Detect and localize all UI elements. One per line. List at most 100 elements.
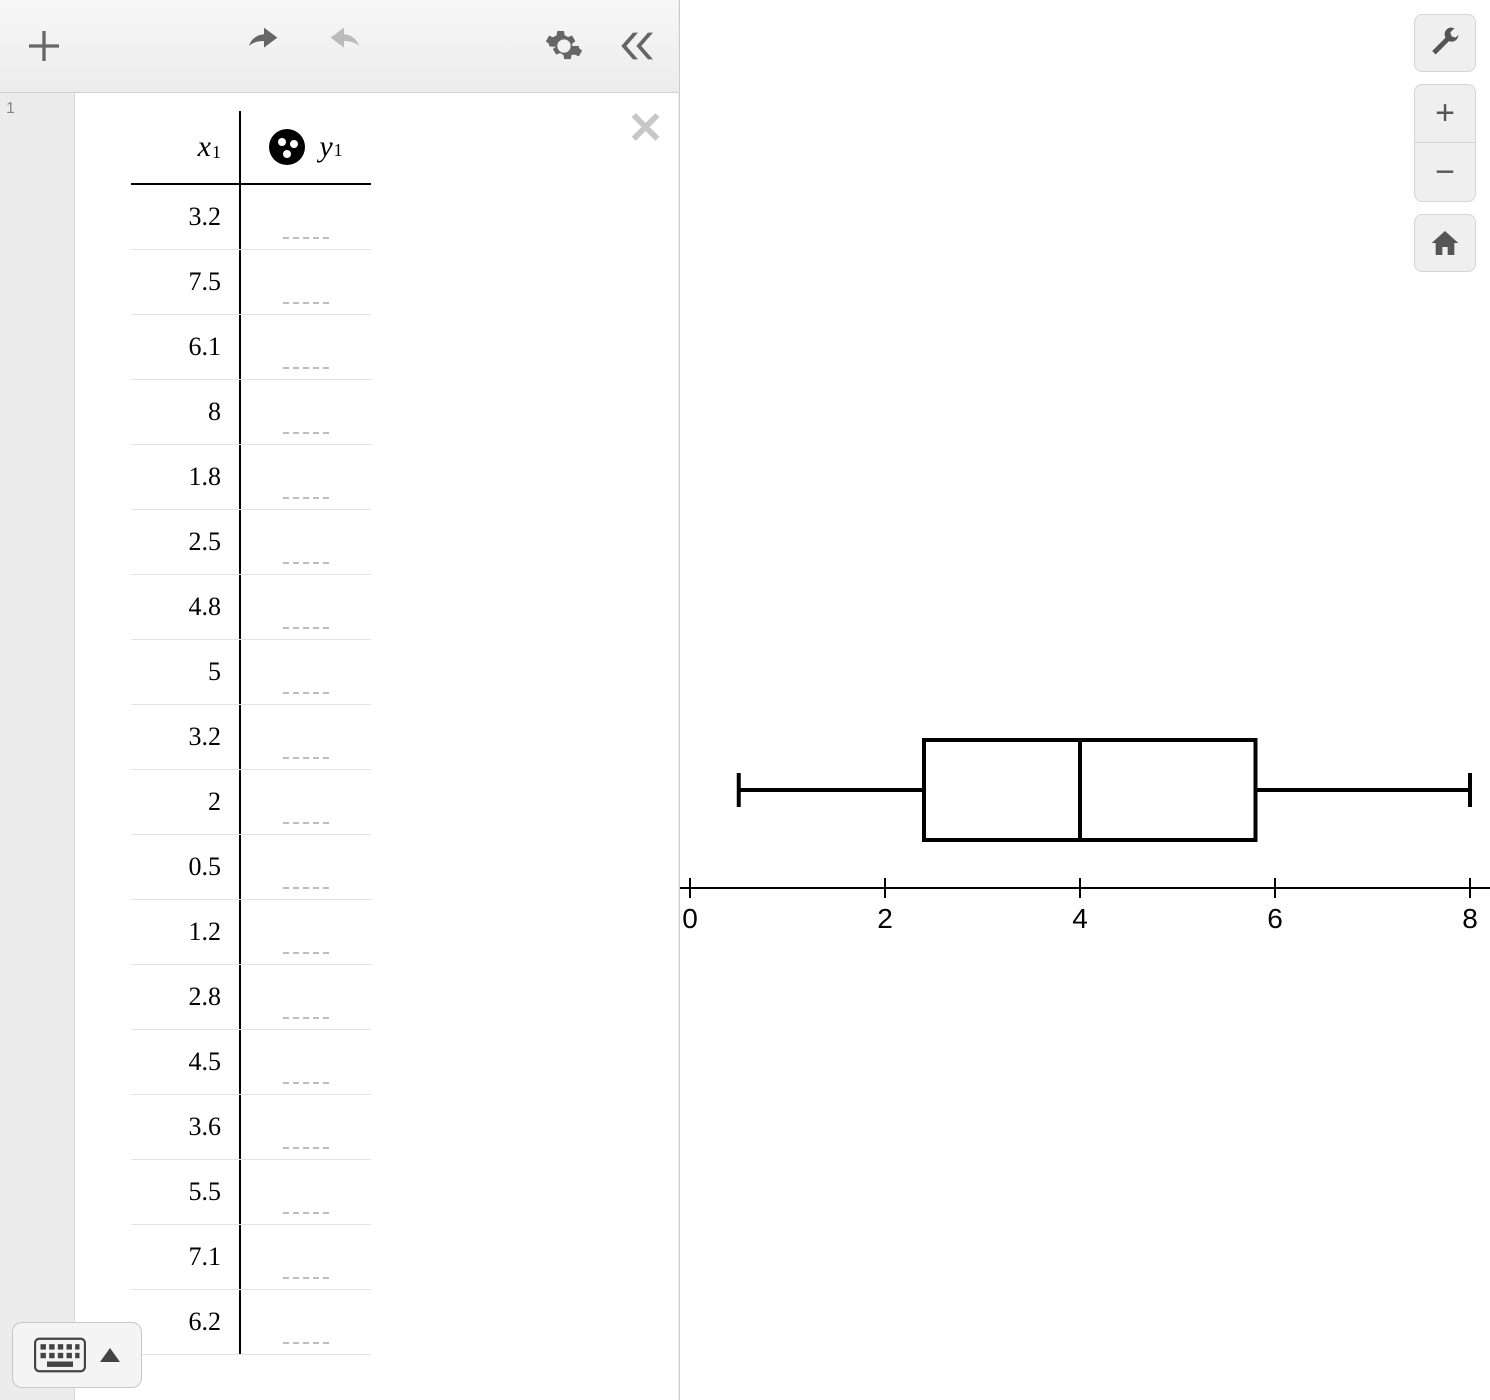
cell-y[interactable] — [241, 185, 371, 249]
cell-y[interactable] — [241, 445, 371, 509]
cell-x[interactable]: 3.2 — [131, 185, 241, 249]
home-icon — [1429, 227, 1461, 259]
cell-y[interactable] — [241, 250, 371, 314]
graph-settings-button[interactable] — [1414, 14, 1476, 72]
empty-cell-placeholder — [283, 367, 329, 369]
empty-cell-placeholder — [283, 952, 329, 954]
empty-cell-placeholder — [283, 1342, 329, 1344]
table-row[interactable]: 4.5 — [131, 1030, 371, 1095]
cell-y[interactable] — [241, 770, 371, 834]
keyboard-icon — [34, 1337, 86, 1373]
collapse-panel-button[interactable] — [614, 22, 662, 70]
cell-y[interactable] — [241, 900, 371, 964]
table-row[interactable]: 1.2 — [131, 900, 371, 965]
table-row[interactable]: 2.8 — [131, 965, 371, 1030]
home-zoom-button[interactable] — [1414, 214, 1476, 272]
column-header-x[interactable]: x1 — [131, 111, 241, 183]
table-row[interactable]: 6.1 — [131, 315, 371, 380]
table-row[interactable]: 5 — [131, 640, 371, 705]
wrench-icon — [1429, 27, 1461, 59]
graph-tools: + − — [1414, 14, 1476, 272]
empty-cell-placeholder — [283, 497, 329, 499]
cell-y[interactable] — [241, 640, 371, 704]
cell-x[interactable]: 2 — [131, 770, 241, 834]
undo-button[interactable] — [240, 22, 288, 70]
cell-x[interactable]: 7.1 — [131, 1225, 241, 1289]
x-axis: 0 2 4 6 8 — [680, 878, 1490, 934]
graph-canvas[interactable]: 0 2 4 6 8 — [680, 0, 1490, 1400]
cell-y[interactable] — [241, 965, 371, 1029]
cell-x[interactable]: 5 — [131, 640, 241, 704]
column-header-y[interactable]: y1 — [241, 111, 371, 183]
cell-x[interactable]: 1.2 — [131, 900, 241, 964]
x-tick-label: 8 — [1462, 903, 1478, 934]
zoom-out-button[interactable]: − — [1415, 143, 1475, 201]
table-row[interactable]: 1.8 — [131, 445, 371, 510]
empty-cell-placeholder — [283, 1212, 329, 1214]
cell-y[interactable] — [241, 575, 371, 639]
cell-y[interactable] — [241, 1160, 371, 1224]
x-tick-label: 0 — [682, 903, 698, 934]
cell-x[interactable]: 3.6 — [131, 1095, 241, 1159]
table-row[interactable]: 6.2 — [131, 1290, 371, 1355]
cell-x[interactable]: 0.5 — [131, 835, 241, 899]
table-row[interactable]: 0.5 — [131, 835, 371, 900]
cell-x[interactable]: 2.8 — [131, 965, 241, 1029]
table-row[interactable]: 5.5 — [131, 1160, 371, 1225]
zoom-in-button[interactable]: + — [1415, 85, 1475, 143]
cell-x[interactable]: 4.8 — [131, 575, 241, 639]
table-row[interactable]: 7.5 — [131, 250, 371, 315]
cell-x[interactable]: 6.1 — [131, 315, 241, 379]
cell-y[interactable] — [241, 1225, 371, 1289]
empty-cell-placeholder — [283, 237, 329, 239]
cell-y[interactable] — [241, 315, 371, 379]
iqr-box — [924, 740, 1256, 840]
empty-cell-placeholder — [283, 822, 329, 824]
minus-icon: − — [1435, 153, 1455, 192]
empty-cell-placeholder — [283, 1082, 329, 1084]
add-expression-button[interactable] — [20, 22, 68, 70]
empty-cell-placeholder — [283, 1147, 329, 1149]
cell-y[interactable] — [241, 510, 371, 574]
x-tick-label: 4 — [1072, 903, 1088, 934]
cell-y[interactable] — [241, 835, 371, 899]
table-row[interactable]: 2.5 — [131, 510, 371, 575]
cell-x[interactable]: 5.5 — [131, 1160, 241, 1224]
cell-y[interactable] — [241, 1095, 371, 1159]
table-row[interactable]: 2 — [131, 770, 371, 835]
delete-expression-button[interactable]: ✕ — [627, 107, 664, 151]
plus-icon: + — [1435, 94, 1455, 133]
column-header-x-sub: 1 — [212, 132, 221, 163]
cell-x[interactable]: 3.2 — [131, 705, 241, 769]
empty-cell-placeholder — [283, 627, 329, 629]
cell-x[interactable]: 6.2 — [131, 1290, 241, 1354]
x-tick-label: 2 — [877, 903, 893, 934]
cell-y[interactable] — [241, 1030, 371, 1094]
keyboard-toggle-button[interactable] — [12, 1322, 142, 1388]
cell-y[interactable] — [241, 705, 371, 769]
x-tick-label: 6 — [1267, 903, 1283, 934]
cell-x[interactable]: 1.8 — [131, 445, 241, 509]
cell-y[interactable] — [241, 1290, 371, 1354]
empty-cell-placeholder — [283, 302, 329, 304]
zoom-controls: + − — [1414, 84, 1476, 202]
expression-index: 1 — [6, 100, 15, 118]
cell-x[interactable]: 2.5 — [131, 510, 241, 574]
settings-button[interactable] — [540, 22, 588, 70]
table-row[interactable]: 8 — [131, 380, 371, 445]
column-header-x-label: x — [198, 130, 211, 164]
cell-x[interactable]: 7.5 — [131, 250, 241, 314]
table-row[interactable]: 3.2 — [131, 705, 371, 770]
table-row[interactable]: 3.6 — [131, 1095, 371, 1160]
table-row[interactable]: 4.8 — [131, 575, 371, 640]
cell-x[interactable]: 8 — [131, 380, 241, 444]
series-style-icon[interactable] — [269, 129, 305, 165]
data-table[interactable]: x1 y1 3.27.56.181.82.54.853.220.51.22.84… — [131, 111, 371, 1355]
redo-button[interactable] — [320, 22, 368, 70]
cell-y[interactable] — [241, 380, 371, 444]
cell-x[interactable]: 4.5 — [131, 1030, 241, 1094]
graph-panel[interactable]: 0 2 4 6 8 + − — [680, 0, 1490, 1400]
chevron-up-icon — [100, 1348, 120, 1362]
table-row[interactable]: 3.2 — [131, 185, 371, 250]
table-row[interactable]: 7.1 — [131, 1225, 371, 1290]
